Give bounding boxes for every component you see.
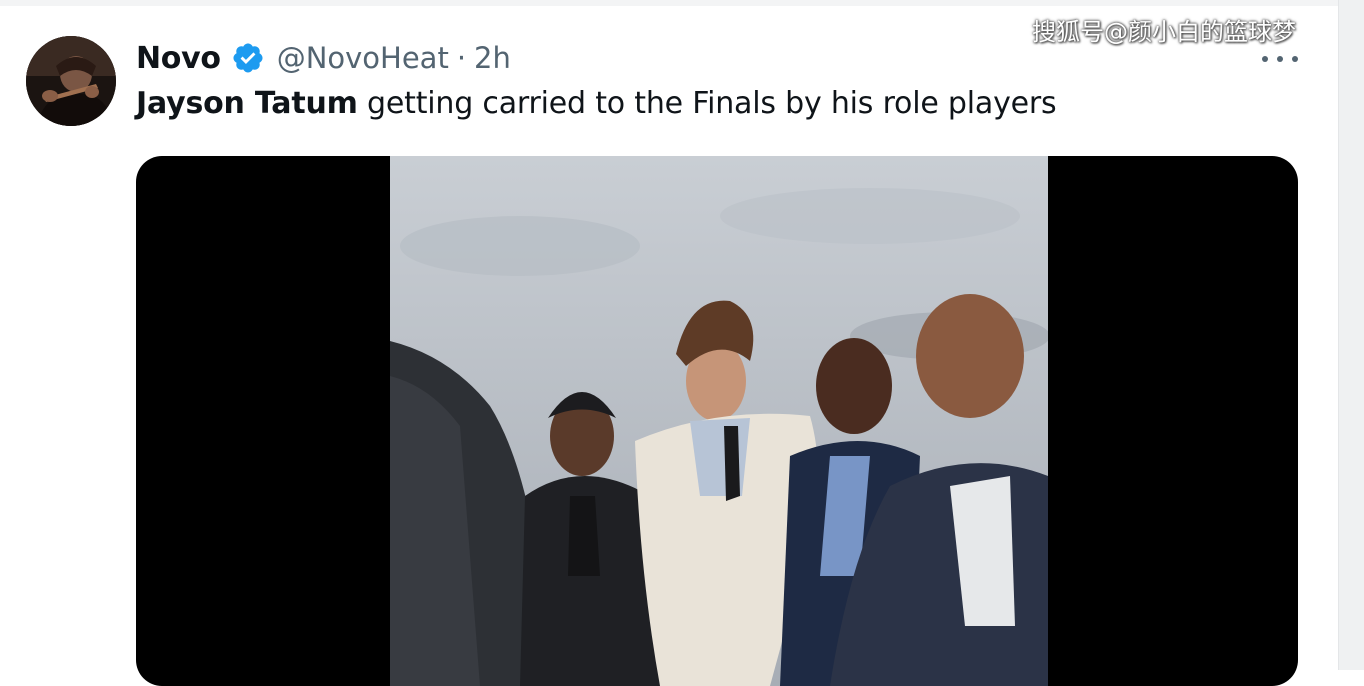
dot xyxy=(1292,56,1298,62)
watermark-text: 搜狐号@颜小白的篮球梦 xyxy=(1032,18,1296,46)
tweet-text: Jayson Tatum getting carried to the Fina… xyxy=(136,86,1057,121)
verified-badge-icon xyxy=(231,41,265,75)
dot xyxy=(1277,56,1283,62)
avatar[interactable] xyxy=(26,36,116,126)
dot xyxy=(1262,56,1268,62)
video-frame xyxy=(390,156,1048,686)
tweet-text-bold: Jayson Tatum xyxy=(136,86,358,121)
tweet-video[interactable] xyxy=(136,156,1298,686)
author-handle[interactable]: @NovoHeat xyxy=(277,41,449,75)
scrollbar[interactable] xyxy=(1338,0,1364,670)
timestamp[interactable]: 2h xyxy=(474,41,511,75)
tweet-text-body: getting carried to the Finals by his rol… xyxy=(357,86,1057,121)
more-options-icon[interactable] xyxy=(1262,52,1298,66)
top-divider xyxy=(0,0,1338,6)
separator-dot: · xyxy=(456,41,467,75)
tweet-header: Novo @NovoHeat · 2h xyxy=(136,36,511,80)
author-name[interactable]: Novo xyxy=(136,41,221,76)
